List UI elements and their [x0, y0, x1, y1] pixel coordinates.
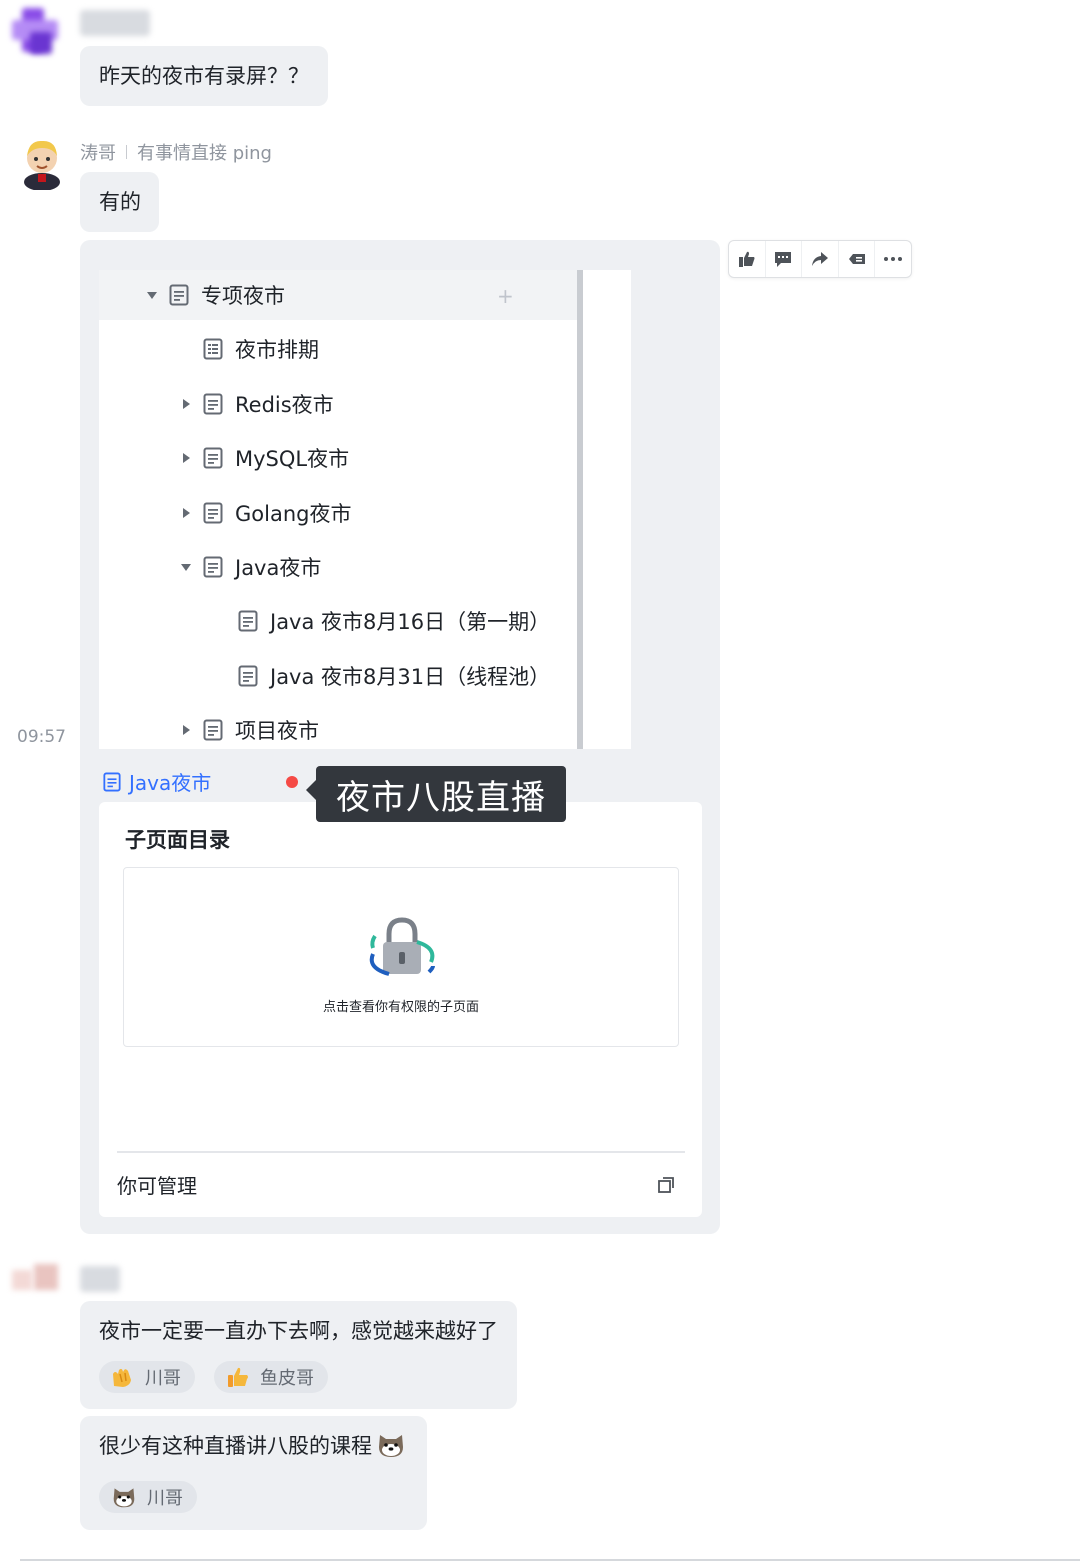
sender-name-redacted	[80, 10, 150, 36]
preview-footer-text: 你可管理	[117, 1174, 197, 1198]
tree-item-label: Java夜市	[235, 556, 322, 580]
open-in-new-icon[interactable]	[657, 1176, 675, 1194]
forward-button[interactable]	[802, 241, 839, 277]
message-text: 夜市一定要一直办下去啊，感觉越来越好了	[99, 1319, 498, 1343]
pin-icon	[848, 254, 865, 264]
tree-item-label: Golang夜市	[235, 502, 352, 526]
message-text: 很少有这种直播讲八股的课程	[99, 1434, 372, 1458]
doc-icon	[238, 610, 258, 632]
caret-right-icon[interactable]	[181, 399, 191, 409]
tree-item-label: 夜市排期	[235, 338, 319, 362]
clap-emoji	[113, 1368, 131, 1387]
tree-item[interactable]: Golang夜市	[181, 493, 351, 533]
caret-right-icon[interactable]	[181, 508, 191, 518]
message-bubble[interactable]: 有的	[80, 172, 159, 232]
avatar[interactable]	[12, 1264, 62, 1300]
tree-item-label: 项目夜市	[235, 719, 319, 743]
footer-divider	[117, 1151, 685, 1153]
tree-item[interactable]: Redis夜市	[181, 384, 334, 424]
doc-preview-card[interactable]: 子页面目录 点击查看你有权限的子页面 你可管理	[99, 802, 702, 1217]
doc-icon	[103, 772, 121, 791]
message-text: 昨天的夜市有录屏？？	[99, 64, 309, 88]
thumbs-up-emoji	[228, 1367, 248, 1387]
doc-icon	[203, 719, 223, 741]
reaction-user: 川哥	[147, 1488, 183, 1509]
avatar[interactable]	[20, 136, 64, 191]
sender-name[interactable]: 涛哥	[80, 139, 116, 165]
doc-icon	[203, 502, 223, 524]
reaction-chip[interactable]: 川哥	[99, 1361, 195, 1393]
lock-icon	[369, 917, 435, 976]
caret-right-icon[interactable]	[181, 725, 191, 735]
thumbs-up-icon	[738, 251, 755, 267]
live-tooltip: 夜市八股直播	[316, 766, 566, 822]
avatar[interactable]	[12, 6, 60, 54]
caret-down-icon[interactable]	[147, 290, 157, 300]
tree-item[interactable]: Java夜市	[181, 547, 321, 587]
add-icon[interactable]: +	[497, 284, 514, 308]
sheet-icon	[203, 338, 223, 360]
doc-link[interactable]: Java夜市	[103, 767, 211, 796]
preview-title: 子页面目录	[125, 828, 230, 852]
doc-tree-image[interactable]: + 专项夜市 夜市排期 Redis夜市 MySQL夜市 Golang夜市 Jav…	[99, 270, 631, 749]
more-icon	[884, 257, 903, 261]
more-button[interactable]	[875, 241, 911, 277]
tree-item[interactable]: 夜市排期	[203, 329, 319, 369]
locked-subpages-box[interactable]: 点击查看你有权限的子页面	[123, 867, 679, 1047]
sender-name-redacted	[80, 1266, 120, 1292]
sender-info: 涛哥 有事情直接 ping	[80, 139, 272, 165]
caret-right-icon[interactable]	[181, 453, 191, 463]
thumbs-up-button[interactable]	[729, 241, 766, 277]
doc-icon	[203, 556, 223, 578]
tree-item[interactable]: MySQL夜市	[181, 438, 349, 478]
reaction-user: 鱼皮哥	[260, 1368, 314, 1389]
tree-item-label: 专项夜市	[201, 284, 285, 308]
tree-scrollbar[interactable]	[577, 270, 583, 749]
message-toolbar	[728, 240, 912, 278]
doc-link-label: Java夜市	[129, 771, 212, 795]
comment-button[interactable]	[766, 241, 803, 277]
live-indicator-dot	[286, 776, 298, 788]
tree-item-label: Redis夜市	[235, 393, 334, 417]
reaction-user: 川哥	[145, 1368, 181, 1389]
message-time: 09:57	[17, 727, 66, 747]
tooltip-arrow	[306, 780, 316, 800]
comment-icon	[775, 252, 792, 267]
tree-item[interactable]: 项目夜市	[181, 710, 319, 749]
tree-item[interactable]: Java 夜市8月31日（线程池）	[238, 656, 550, 696]
divider	[126, 145, 127, 159]
dog-emoji	[113, 1488, 135, 1508]
doc-icon	[203, 447, 223, 469]
tree-item-label: Java 夜市8月16日（第一期）	[270, 610, 551, 634]
reaction-chip[interactable]: 川哥	[99, 1481, 197, 1513]
bottom-divider	[20, 1559, 1080, 1561]
pin-button[interactable]	[839, 241, 876, 277]
message-text: 有的	[99, 190, 141, 214]
caret-down-icon[interactable]	[181, 562, 191, 572]
doc-icon	[203, 393, 223, 415]
locked-hint-text[interactable]: 点击查看你有权限的子页面	[124, 996, 678, 1015]
sender-status: 有事情直接 ping	[137, 143, 272, 164]
message-bubble[interactable]: 昨天的夜市有录屏？？	[80, 46, 328, 106]
dog-emoji	[379, 1435, 403, 1457]
doc-icon	[238, 665, 258, 687]
reaction-chip[interactable]: 鱼皮哥	[214, 1361, 328, 1393]
tree-item-label: Java 夜市8月31日（线程池）	[270, 665, 551, 689]
forward-icon	[811, 252, 828, 266]
tree-item[interactable]: Java 夜市8月16日（第一期）	[238, 601, 550, 641]
doc-icon	[169, 284, 189, 306]
tree-item[interactable]: 专项夜市	[147, 275, 285, 315]
tooltip-text: 夜市八股直播	[336, 777, 546, 818]
tree-item-label: MySQL夜市	[235, 447, 350, 471]
